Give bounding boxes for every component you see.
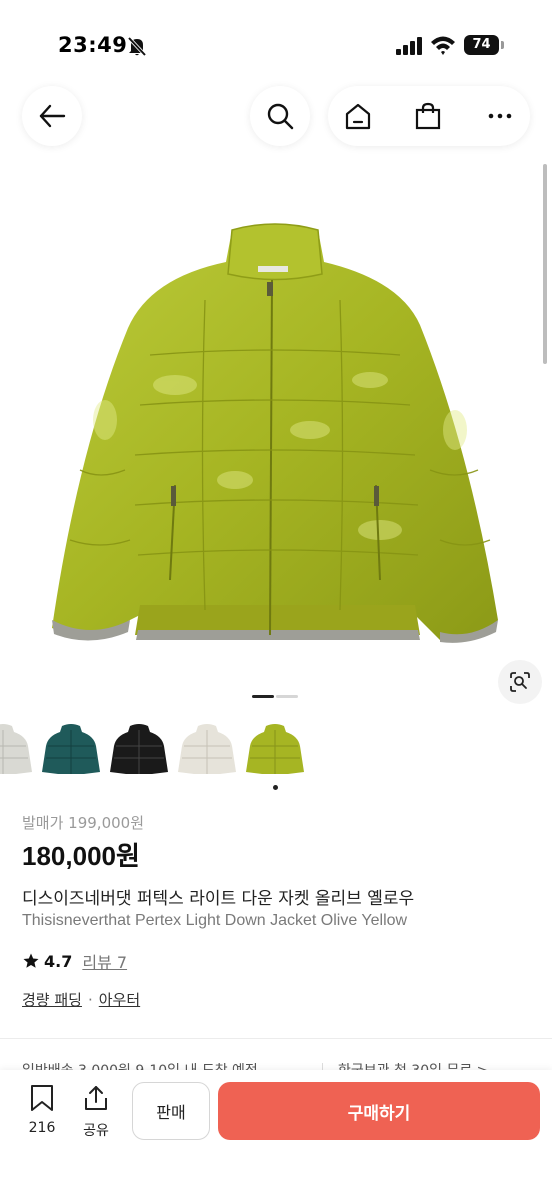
pager-active bbox=[252, 695, 274, 698]
product-image[interactable] bbox=[0, 150, 552, 690]
thumbnail-color-3[interactable] bbox=[108, 716, 170, 780]
bell-muted-icon bbox=[127, 36, 147, 57]
battery-indicator: 74 bbox=[464, 35, 504, 55]
color-options bbox=[0, 716, 552, 786]
battery-level: 74 bbox=[464, 35, 499, 55]
category-link-2[interactable]: 아우터 bbox=[99, 989, 140, 1010]
category-separator: · bbox=[87, 990, 93, 1009]
more-icon bbox=[488, 113, 512, 119]
search-icon bbox=[267, 103, 294, 130]
search-button[interactable] bbox=[250, 86, 310, 146]
review-link[interactable]: 리뷰 7 bbox=[82, 949, 127, 973]
wifi-icon bbox=[431, 36, 455, 55]
buy-button[interactable]: 구매하기 bbox=[218, 1082, 540, 1140]
cart-button[interactable] bbox=[398, 86, 458, 146]
bookmark-icon bbox=[31, 1085, 53, 1111]
rating-row: 4.7 리뷰 7 bbox=[22, 949, 127, 973]
thumbnail-color-4[interactable] bbox=[176, 716, 238, 780]
wish-count: 216 bbox=[28, 1120, 56, 1136]
share-icon bbox=[85, 1086, 107, 1110]
action-pill bbox=[328, 86, 530, 146]
lens-search-icon bbox=[510, 672, 530, 692]
status-bar: 23:49 74 bbox=[0, 0, 552, 90]
share-label: 공유 bbox=[83, 1123, 109, 1139]
thumbnail-color-2[interactable] bbox=[40, 716, 102, 780]
share-button[interactable]: 공유 bbox=[74, 1084, 118, 1140]
image-pager bbox=[252, 695, 300, 699]
home-button[interactable] bbox=[328, 86, 388, 146]
original-price: 발매가 199,000원 bbox=[22, 814, 144, 832]
product-title-korean: 디스이즈네버댓 퍼텍스 라이트 다운 자켓 올리브 옐로우 bbox=[22, 889, 415, 909]
arrow-left-icon bbox=[39, 104, 66, 128]
thumbnail-color-1[interactable] bbox=[0, 716, 34, 780]
home-icon bbox=[345, 103, 371, 130]
wish-button[interactable]: 216 bbox=[20, 1084, 64, 1136]
thumbnail-color-5[interactable] bbox=[244, 716, 306, 780]
category-link-1[interactable]: 경량 패딩 bbox=[22, 989, 82, 1010]
product-price: 180,000원 bbox=[22, 841, 140, 871]
category-breadcrumb: 경량 패딩 · 아우터 bbox=[22, 989, 140, 1010]
sell-button[interactable]: 판매 bbox=[132, 1082, 210, 1140]
status-time: 23:49 bbox=[58, 33, 128, 57]
top-navigation bbox=[0, 82, 552, 152]
section-divider bbox=[0, 1038, 552, 1039]
product-title-english: Thisisneverthat Pertex Light Down Jacket… bbox=[22, 912, 408, 929]
signal-icon bbox=[396, 37, 422, 55]
more-button[interactable] bbox=[470, 86, 530, 146]
rating-score: 4.7 bbox=[44, 951, 73, 971]
lens-search-button[interactable] bbox=[498, 660, 542, 704]
selected-thumbnail-indicator bbox=[273, 785, 278, 790]
back-button[interactable] bbox=[22, 86, 82, 146]
battery-cap bbox=[501, 41, 504, 49]
shopping-bag-icon bbox=[415, 102, 441, 130]
pager-inactive bbox=[276, 695, 298, 698]
star-icon bbox=[23, 953, 39, 968]
bottom-action-bar: 216 공유 판매 구매하기 bbox=[0, 1070, 552, 1200]
